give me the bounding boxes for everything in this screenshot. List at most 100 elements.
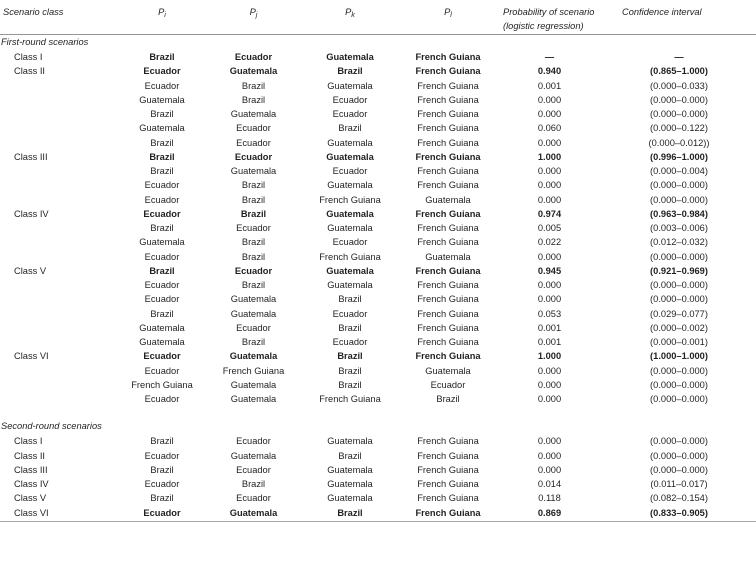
cell-scenario-class xyxy=(0,378,118,392)
cell-scenario-class xyxy=(0,292,118,306)
cell-scenario-class xyxy=(0,235,118,249)
cell-p-j: Guatemala xyxy=(229,66,278,77)
table-row: Ecuador Brazil French Guiana Guatemala 0.000… xyxy=(0,250,756,264)
cell-p-l: French Guiana xyxy=(417,436,479,447)
cell-scenario-class: Class I xyxy=(14,52,43,62)
cell-scenario-class xyxy=(0,335,118,349)
cell-p-l: French Guiana xyxy=(417,322,479,333)
cell-p-j: French Guiana xyxy=(222,365,285,376)
cell-p-i: Ecuador xyxy=(143,208,181,219)
cell-p-k: Guatemala xyxy=(326,151,374,162)
cell-p-l: French Guiana xyxy=(415,507,481,518)
cell-scenario-class xyxy=(0,79,118,93)
cell-p-k: Brazil xyxy=(338,450,362,461)
cell-confidence-interval: (0.012–0.032) xyxy=(650,237,708,248)
cell-p-j: Brazil xyxy=(240,208,267,219)
cell-p-l: French Guiana xyxy=(417,137,479,148)
table-row: Class V Brazil Ecuador Guatemala French Guia… xyxy=(0,491,756,505)
cell-p-j: Guatemala xyxy=(229,507,278,518)
cell-p-k: French Guiana xyxy=(319,194,381,205)
cell-confidence-interval: (0.000–0.033) xyxy=(650,80,708,91)
cell-p-j: Brazil xyxy=(241,479,266,489)
cell-p-l: French Guiana xyxy=(417,180,479,191)
section-label: Second-round scenarios xyxy=(1,421,102,432)
cell-p-k: Brazil xyxy=(338,123,362,134)
cell-p-k: Guatemala xyxy=(327,180,373,191)
section-label: First-round scenarios xyxy=(1,37,89,47)
cell-p-k: Guatemala xyxy=(326,265,374,276)
cell-confidence-interval: (0.000–0.000) xyxy=(650,464,708,475)
table-row: Guatemala Brazil Ecuador French Guiana 0.022… xyxy=(0,235,756,249)
cell-p-i: Brazil xyxy=(150,308,174,319)
cell-scenario-class xyxy=(0,121,118,135)
table-row: Class III Brazil Ecuador Guatemala French Gu… xyxy=(0,463,756,477)
cell-scenario-class xyxy=(0,321,118,335)
cell-p-j: Guatemala xyxy=(230,394,277,404)
cell-confidence-interval: (0.963–0.984) xyxy=(650,208,708,219)
cell-p-k: Guatemala xyxy=(326,208,374,219)
cell-p-i: Brazil xyxy=(150,493,174,504)
cell-p-j: Ecuador xyxy=(236,464,271,475)
cell-p-j: Ecuador xyxy=(236,322,271,333)
cell-p-l: French Guiana xyxy=(417,94,479,105)
cell-probability: 0.000 xyxy=(537,436,562,447)
cell-p-k: Guatemala xyxy=(327,223,373,233)
cell-p-k: French Guiana xyxy=(319,251,381,262)
table-row: Class I Brazil Ecuador Guatemala French Guia… xyxy=(0,434,756,448)
cell-scenario-class xyxy=(0,221,118,235)
cell-p-l: French Guiana xyxy=(417,123,479,134)
cell-probability: 0.000 xyxy=(537,464,562,475)
cell-confidence-interval: (0.000–0.000) xyxy=(650,280,708,290)
table-body: First-round scenarios Class I Brazil Ecuado… xyxy=(0,35,756,520)
cell-p-k: Brazil xyxy=(338,365,362,376)
cell-scenario-class xyxy=(0,193,118,207)
cell-p-i: Brazil xyxy=(149,265,175,276)
cell-p-i: Ecuador xyxy=(144,450,180,461)
cell-p-j: Guatemala xyxy=(229,351,278,362)
cell-p-k: Guatemala xyxy=(327,280,373,290)
table-row: Ecuador Brazil Guatemala French Guiana 0.000… xyxy=(0,178,756,192)
cell-probability: 0.022 xyxy=(537,237,562,248)
table-row: Ecuador Brazil Guatemala French Guiana 0.000… xyxy=(0,278,756,292)
cell-probability: 0.000 xyxy=(537,166,562,176)
cell-p-j: Ecuador xyxy=(236,493,271,504)
cell-p-j: Brazil xyxy=(241,237,266,248)
cell-probability: 0.000 xyxy=(537,450,562,461)
cell-p-i: Ecuador xyxy=(143,507,181,518)
column-header-p-i: Pi xyxy=(158,7,166,20)
table-row: French Guiana Guatemala Brazil Ecuador 0.000… xyxy=(0,378,756,392)
cell-confidence-interval: — xyxy=(674,52,684,62)
table-row: Class I Brazil Ecuador Guatemala French Guia… xyxy=(0,50,756,64)
cell-p-i: Ecuador xyxy=(144,394,180,404)
cell-p-k: Ecuador xyxy=(332,166,368,176)
cell-p-j: Brazil xyxy=(241,194,266,205)
cell-probability: 0.060 xyxy=(537,123,562,134)
cell-p-i: Ecuador xyxy=(144,365,180,376)
cell-p-l: French Guiana xyxy=(417,80,479,91)
column-header-confidence-interval: Confidence interval xyxy=(602,0,756,33)
cell-confidence-interval: (0.000–0.000) xyxy=(650,180,708,191)
cell-p-l: French Guiana xyxy=(415,265,481,276)
cell-p-k: Brazil xyxy=(337,66,363,77)
cell-confidence-interval: (0.000–0.012)) xyxy=(648,137,710,148)
cell-p-k: Guatemala xyxy=(327,464,373,475)
bottom-rule xyxy=(0,519,756,522)
cell-confidence-interval: (0.833–0.905) xyxy=(650,507,708,518)
cell-confidence-interval: (0.000–0.001) xyxy=(650,337,708,347)
cell-p-j: Brazil xyxy=(241,337,266,347)
cell-p-l: Brazil xyxy=(436,394,460,404)
table-row: Guatemala Brazil Ecuador French Guiana 0.000… xyxy=(0,93,756,107)
cell-p-l: French Guiana xyxy=(417,479,479,489)
cell-scenario-class: Class VI xyxy=(14,351,49,362)
cell-p-i: Brazil xyxy=(150,436,174,447)
table-row: Ecuador French Guiana Brazil Guatemala 0.000… xyxy=(0,364,756,378)
cell-p-j: Guatemala xyxy=(230,379,277,390)
cell-probability: 0.940 xyxy=(537,66,562,77)
cell-confidence-interval: (0.921–0.969) xyxy=(650,265,708,276)
cell-confidence-interval: (0.000–0.002) xyxy=(650,322,708,333)
cell-p-j: Ecuador xyxy=(236,137,271,148)
cell-scenario-class xyxy=(0,392,118,406)
cell-p-i: Brazil xyxy=(150,166,174,176)
cell-p-l: French Guiana xyxy=(417,450,479,461)
table-row: Brazil Ecuador Guatemala French Guiana 0.000… xyxy=(0,136,756,150)
